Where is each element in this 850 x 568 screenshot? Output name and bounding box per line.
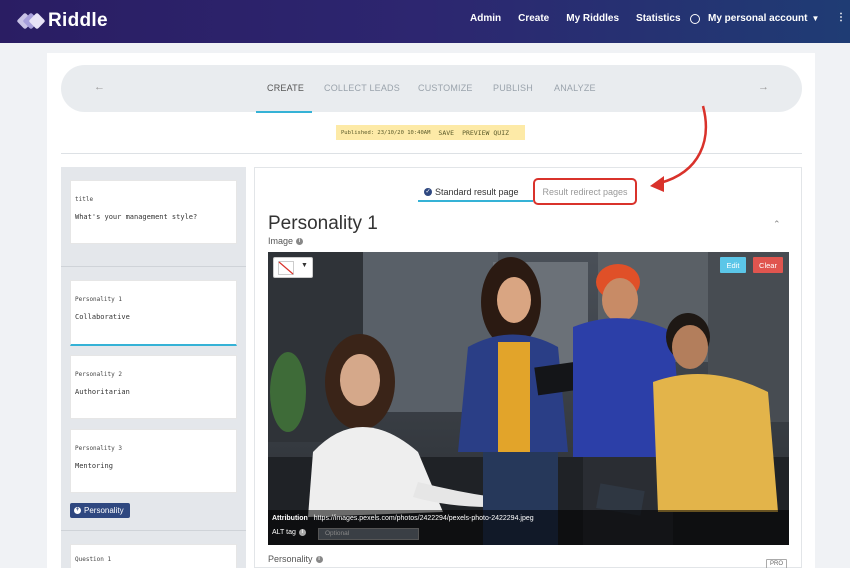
alt-tag-input[interactable]: Optional xyxy=(318,528,419,540)
account-label: My personal account xyxy=(708,13,808,24)
steps-bar: ← CREATE COLLECT LEADS CUSTOMIZE PUBLISH… xyxy=(61,65,802,112)
personality-card-value: Authoritarian xyxy=(75,388,130,396)
step-create[interactable]: CREATE xyxy=(267,83,304,93)
attribution-line: Attribution https://images.pexels.com/pho… xyxy=(272,515,534,522)
photo-illustration xyxy=(268,252,789,545)
sidebar-separator xyxy=(61,266,246,267)
personality-card-label: Personality 2 xyxy=(75,371,122,378)
tab-result-redirect[interactable]: Result redirect pages xyxy=(533,178,637,205)
brand-name: Riddle xyxy=(48,10,108,31)
more-menu-icon[interactable]: ⋮ xyxy=(836,12,846,23)
dropdown-caret-icon: ▼ xyxy=(301,262,308,269)
personality-card-3[interactable]: Personality 3 Mentoring xyxy=(70,429,237,493)
pro-badge: PRO xyxy=(766,559,787,568)
personality-field-text: Personality xyxy=(268,554,313,564)
step-collect-leads[interactable]: COLLECT LEADS xyxy=(324,83,400,93)
image-label-text: Image xyxy=(268,236,294,246)
question-card-label: Question 1 xyxy=(75,556,112,563)
personality-field-label: Personality i xyxy=(268,554,323,564)
collapse-icon[interactable]: ⌃ xyxy=(773,219,781,230)
attribution-url[interactable]: https://images.pexels.com/photos/2422294… xyxy=(314,515,534,522)
caret-down-icon: ▼ xyxy=(811,14,820,23)
publish-status: Published: 23/10/20 10:40AM xyxy=(341,129,431,136)
nav-create[interactable]: Create xyxy=(518,13,549,24)
personality-image xyxy=(268,252,789,545)
nav-statistics[interactable]: Statistics xyxy=(636,13,680,24)
riddle-logo[interactable]: Riddle xyxy=(16,10,108,32)
personality-card-1[interactable]: Personality 1 Collaborative xyxy=(70,280,237,346)
title-card-label: title xyxy=(75,196,94,203)
sidebar-separator xyxy=(61,530,246,531)
personality-card-value: Mentoring xyxy=(75,462,113,470)
tab-redirect-label: Result redirect pages xyxy=(542,186,628,197)
step-publish[interactable]: PUBLISH xyxy=(493,83,533,93)
check-circle-icon: ✓ xyxy=(424,188,432,196)
personality-card-value: Collaborative xyxy=(75,313,130,321)
add-personality-button[interactable]: + Personality xyxy=(70,503,130,518)
add-personality-label: Personality xyxy=(84,506,124,515)
info-icon[interactable]: i xyxy=(315,555,323,563)
user-icon xyxy=(690,13,700,24)
clear-image-button[interactable]: Clear xyxy=(753,257,783,273)
info-icon[interactable]: i xyxy=(298,529,306,536)
no-icon-icon xyxy=(278,261,294,275)
publish-bar: Published: 23/10/20 10:40AM SAVE PREVIEW… xyxy=(336,125,525,140)
active-step-indicator xyxy=(256,111,312,113)
tab-standard-label: Standard result page xyxy=(435,187,519,197)
top-nav: Riddle Admin Create My Riddles Statistic… xyxy=(0,0,850,43)
image-label: Image i xyxy=(268,236,304,246)
question-card-1[interactable]: Question 1 xyxy=(70,544,237,568)
preview-quiz-button[interactable]: PREVIEW QUIZ xyxy=(462,129,509,137)
personality-card-label: Personality 3 xyxy=(75,445,122,452)
prev-step-icon[interactable]: ← xyxy=(94,81,105,93)
personality-heading: Personality 1 xyxy=(268,213,378,234)
edit-image-button[interactable]: Edit xyxy=(720,257,746,273)
account-menu[interactable]: My personal account ▼ xyxy=(690,13,819,24)
nav-admin[interactable]: Admin xyxy=(470,13,501,24)
step-analyze[interactable]: ANALYZE xyxy=(554,83,596,93)
personality-card-2[interactable]: Personality 2 Authoritarian xyxy=(70,355,237,419)
plus-icon: + xyxy=(74,507,81,514)
nav-my-riddles[interactable]: My Riddles xyxy=(566,13,619,24)
alt-tag-label: ALT tag xyxy=(272,529,296,536)
next-step-icon[interactable]: → xyxy=(758,81,769,93)
title-card-value: What's your management style? xyxy=(75,213,198,221)
icon-selector[interactable]: ▼ xyxy=(273,257,313,278)
step-customize[interactable]: CUSTOMIZE xyxy=(418,83,473,93)
divider xyxy=(61,153,802,154)
tab-standard-result[interactable]: ✓ Standard result page xyxy=(418,183,533,201)
active-tab-indicator xyxy=(418,200,533,202)
save-button[interactable]: SAVE xyxy=(438,129,454,137)
logo-icon xyxy=(16,12,46,30)
main-nav: Admin Create My Riddles Statistics xyxy=(470,13,698,24)
alt-tag-row: ALT tag i xyxy=(272,529,306,536)
attribution-label: Attribution xyxy=(272,515,308,522)
info-icon[interactable]: i xyxy=(296,237,304,245)
personality-card-label: Personality 1 xyxy=(75,296,122,303)
title-card[interactable]: title What's your management style? xyxy=(70,180,237,244)
